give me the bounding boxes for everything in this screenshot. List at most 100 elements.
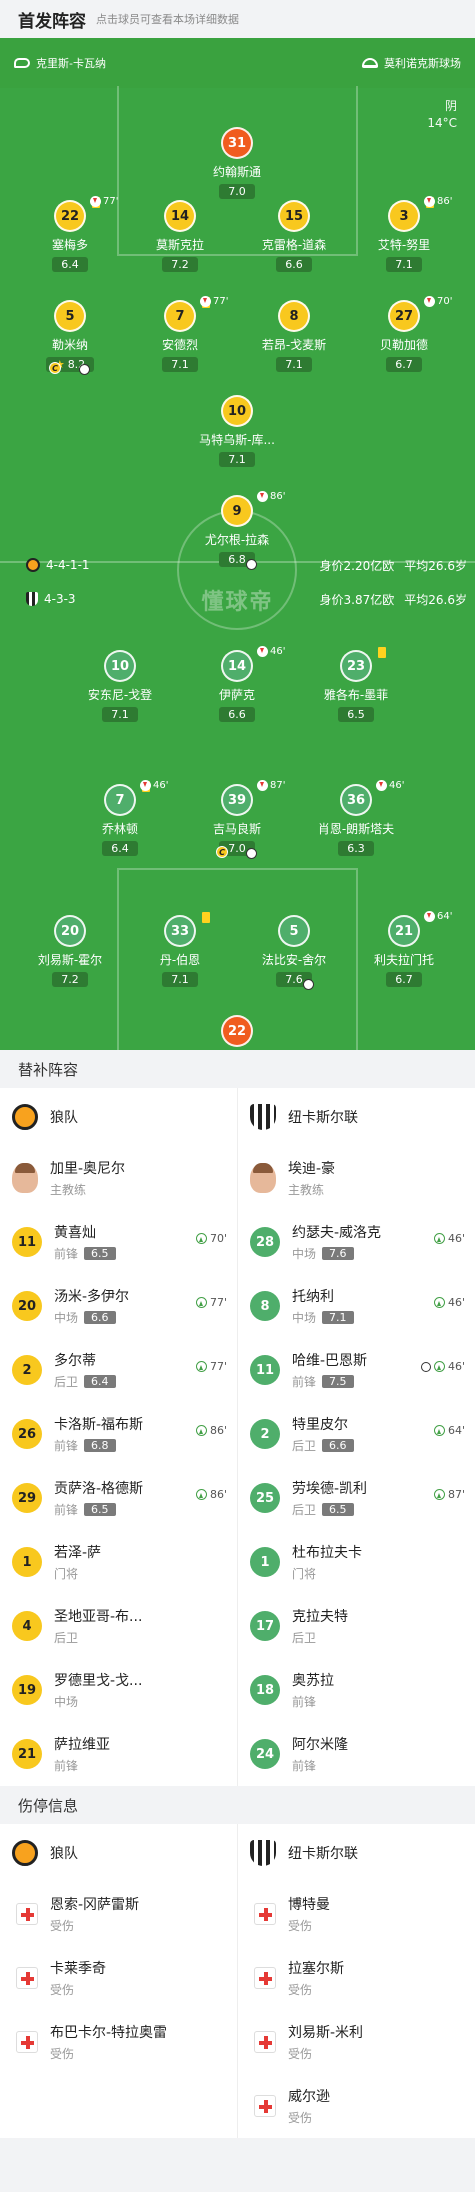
injury-status: 受伤 [50,1919,75,1933]
away-sub-row[interactable]: 28 约瑟夫-威洛克 中场 7.6 46' [238,1210,475,1274]
home-team-row[interactable]: 狼队 [0,1088,237,1146]
home-player[interactable]: 15 克雷格-道森 6.6 [246,200,342,272]
sub-off-icon [424,196,435,207]
home-sub-row[interactable]: 29 贡萨洛-格德斯 前锋 6.5 86' [0,1466,237,1530]
home-sub-row[interactable]: 11 黄喜灿 前锋 6.5 70' [0,1210,237,1274]
sub-on-event: 77' [195,1360,227,1373]
away-team-row[interactable]: 纽卡斯尔联 [238,1824,475,1882]
home-player[interactable]: 8 若昂-戈麦斯 7.1 [246,300,342,372]
home-injury-row[interactable]: 恩索-冈萨雷斯 受伤 [0,1882,237,1946]
home-player[interactable]: 10 马特乌斯-库... 7.1 [189,395,285,467]
home-injury-row[interactable]: 布巴卡尔-特拉奥雷 受伤 [0,2010,237,2074]
player-position-line: 后卫 [54,1629,225,1646]
away-player[interactable]: 22波普7.3 [189,1015,285,1050]
player-info: 罗德里戈-戈... 中场 [54,1670,225,1710]
player-rating: 7.2 [52,972,88,987]
away-injury-row[interactable]: 拉塞尔斯 受伤 [238,1946,475,2010]
wolves-crest-icon [12,1840,38,1866]
home-player[interactable]: 5C勒米纳★8.2 [22,300,118,375]
away-injury-row[interactable]: 刘易斯-米利 受伤 [238,2010,475,2074]
venue-bar: 克里斯-卡瓦纳 莫利诺克斯球场 [0,38,475,88]
player-position-line: 前锋 [54,1757,225,1774]
sub-on-event: 46' [433,1296,465,1309]
away-player[interactable]: 20 刘易斯-霍尔 7.2 [22,915,118,987]
player-rating: 6.5 [338,707,374,722]
home-sub-row[interactable]: 19 罗德里戈-戈... 中场 [0,1658,237,1722]
sub-on-icon [433,1489,445,1500]
home-player[interactable]: 31 约翰斯通 7.0 [189,127,285,199]
away-sub-row[interactable]: 2 特里皮尔 后卫 6.6 64' [238,1402,475,1466]
injury-cross-icon [254,2095,276,2117]
home-coach-row[interactable]: 加里-奥尼尔 主教练 [0,1146,237,1210]
player-info: 阿尔米隆 前锋 [292,1734,463,1774]
away-player[interactable]: 23 雅各布-墨菲 6.5 [308,647,404,722]
player-number-badge: 29 [12,1483,42,1513]
away-player[interactable]: 7 46' 乔林顿 6.4 [72,780,168,856]
away-coach-row[interactable]: 埃迪-豪 主教练 [238,1146,475,1210]
player-number-badge: 17 [250,1611,280,1641]
sub-on-event: 46' [420,1360,465,1373]
away-sub-row[interactable]: 25 劳埃德-凯利 后卫 6.5 87' [238,1466,475,1530]
away-injury-row[interactable]: 博特曼 受伤 [238,1882,475,1946]
away-player[interactable]: 14 46' 伊萨克 6.6 [189,646,285,722]
player-rating: 6.8 [84,1439,116,1452]
home-player[interactable]: 27 70' 贝勒加德 6.7 [356,296,452,372]
player-name: 法比安-舍尔 [261,953,327,967]
home-team-row[interactable]: 狼队 [0,1824,237,1882]
home-sub-row[interactable]: 2 多尔蒂 后卫 6.4 77' [0,1338,237,1402]
away-player[interactable]: 33 丹-伯恩 7.1 [132,912,228,987]
home-sub-row[interactable]: 4 圣地亚哥-布... 后卫 [0,1594,237,1658]
home-player[interactable]: 22 77' 塞梅多 6.4 [22,196,118,272]
home-player[interactable]: 7 77' 安德烈 7.1 [132,296,228,372]
away-player[interactable]: 39 87' C 吉马良斯 7.0 [189,780,285,859]
stadium-icon [362,58,378,68]
player-position-line: 后卫 6.4 [54,1373,225,1390]
sub-off-time: 86' [424,196,452,207]
away-team-row[interactable]: 纽卡斯尔联 [238,1088,475,1146]
away-injury-row[interactable]: 威尔逊 受伤 [238,2074,475,2138]
home-injury-row[interactable]: 卡莱季奇 受伤 [0,1946,237,2010]
away-sub-row[interactable]: 8 托纳利 中场 7.1 46' [238,1274,475,1338]
home-player[interactable]: 9 86' 尤尔根-拉森 6.8 [189,491,285,570]
away-player[interactable]: 10 安东尼-戈登 7.1 [72,650,168,722]
away-team-name: 纽卡斯尔联 [288,1846,358,1862]
away-player[interactable]: 36 46' 肖恩-朗斯塔夫 6.3 [308,780,404,856]
sub-off-time: 87' [257,780,285,791]
player-name: 乔林顿 [101,822,138,836]
player-number-badge: 18 [250,1675,280,1705]
sub-off-icon [424,296,435,307]
injury-table: 狼队 恩索-冈萨雷斯 受伤 卡莱季奇 受伤 布巴卡尔-特拉奥雷 受伤 纽卡斯尔联 博特曼受… [0,1824,475,2138]
player-info: 若泽-萨 门将 [54,1542,225,1582]
player-position: 后卫 [54,1375,79,1389]
player-number-badge: 19 [12,1675,42,1705]
away-sub-row[interactable]: 24 阿尔米隆 前锋 [238,1722,475,1786]
player-name: 罗德里戈-戈... [54,1673,143,1689]
player-name: 约翰斯通 [212,165,261,179]
home-sub-row[interactable]: 26 卡洛斯-福布斯 前锋 6.8 86' [0,1402,237,1466]
sub-minute: 77' [213,296,229,307]
player-name: 肖恩-朗斯塔夫 [317,822,395,836]
away-sub-row[interactable]: 17 克拉夫特 后卫 [238,1594,475,1658]
player-number-badge: 2 [250,1419,280,1449]
newcastle-crest-icon [250,1840,276,1866]
home-player[interactable]: 3 86' 艾特-努里 7.1 [356,196,452,272]
away-injury-column: 纽卡斯尔联 博特曼 受伤 拉塞尔斯 受伤 刘易斯-米利 受伤 威尔逊 受伤 [238,1824,475,2138]
home-sub-row[interactable]: 1 若泽-萨 门将 [0,1530,237,1594]
sub-minute: 70' [437,296,453,307]
away-sub-row[interactable]: 1 杜布拉夫卡 门将 [238,1530,475,1594]
pitch: 克里斯-卡瓦纳 莫利诺克斯球场 阴 14°C 4-4-1-1 身价2.20亿欧平… [0,38,475,1050]
home-formation: 4-4-1-1 [46,558,90,572]
injury-status: 受伤 [50,2047,75,2061]
away-player[interactable]: 21 64' 利夫拉门托 6.7 [356,911,452,987]
home-sub-row[interactable]: 21 萨拉维亚 前锋 [0,1722,237,1786]
home-player[interactable]: 14 莫斯克拉 7.2 [132,200,228,272]
injury-status: 受伤 [50,1983,75,1997]
injury-cross-icon [254,2031,276,2053]
injury-cross-icon [254,1903,276,1925]
away-sub-row[interactable]: 11 哈维-巴恩斯 前锋 7.5 46' [238,1338,475,1402]
away-sub-row[interactable]: 18 奥苏拉 前锋 [238,1658,475,1722]
home-sub-row[interactable]: 20 汤米-多伊尔 中场 6.6 77' [0,1274,237,1338]
away-player[interactable]: 5 法比安-舍尔 7.6 [246,915,342,990]
player-name: 勒米纳 [51,338,88,352]
sub-off-time: 77' [90,196,118,207]
